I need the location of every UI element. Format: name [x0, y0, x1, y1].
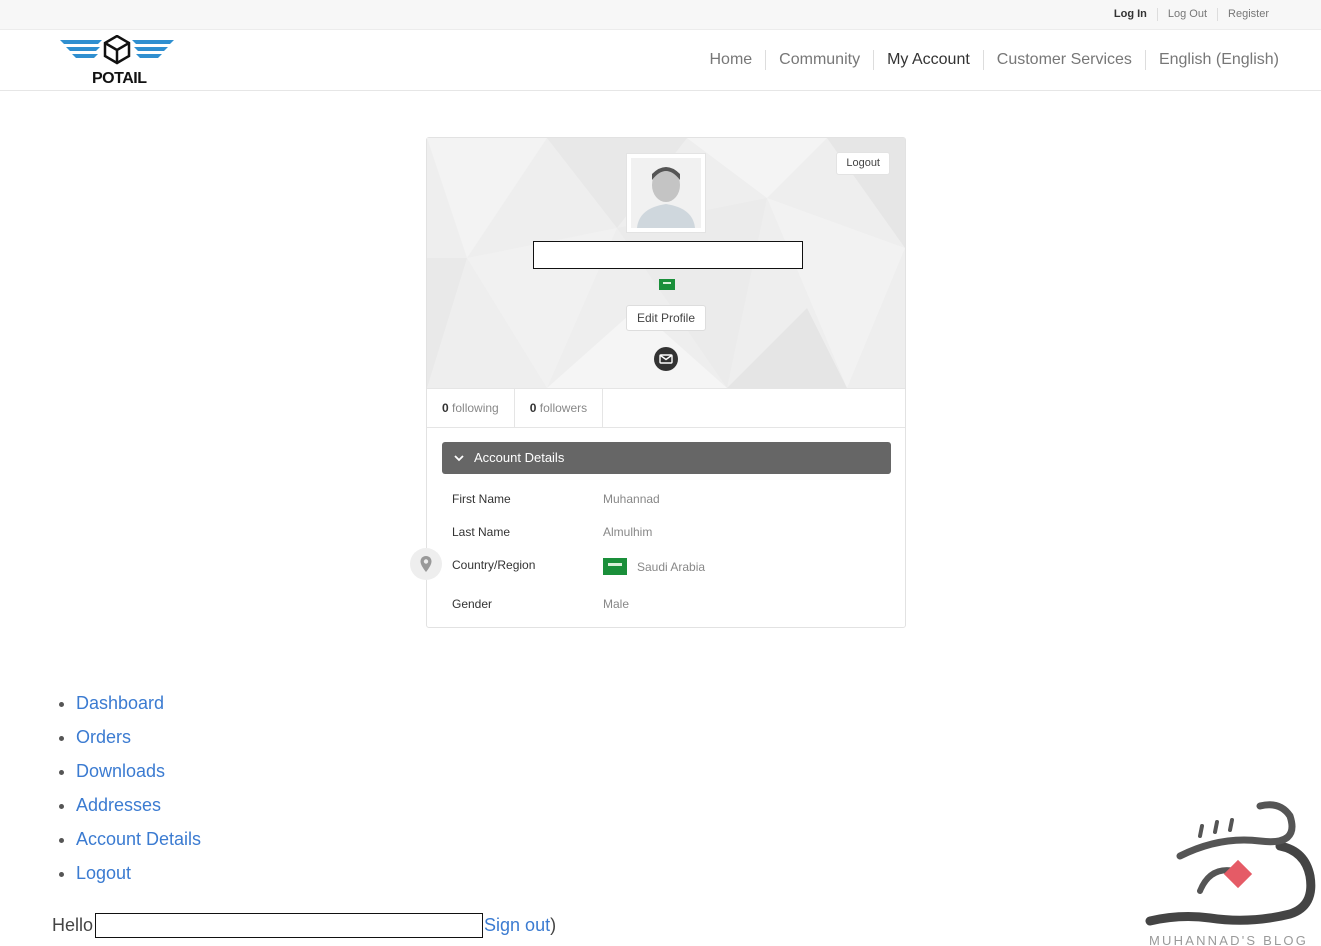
menu-dashboard-link[interactable]: Dashboard	[76, 693, 164, 713]
greeting: Hello Sign out )	[52, 913, 556, 938]
detail-label: Last Name	[452, 525, 511, 539]
detail-label: Gender	[452, 597, 493, 611]
menu-account-details-link[interactable]: Account Details	[76, 829, 201, 849]
followers-stat[interactable]: 0 followers	[515, 389, 604, 427]
following-count: 0	[442, 401, 449, 415]
logout-button[interactable]: Logout	[836, 152, 890, 175]
following-label: following	[452, 401, 499, 415]
avatar[interactable]	[626, 153, 706, 233]
detail-label: Country/Region	[452, 558, 536, 572]
chevron-down-icon	[454, 455, 464, 462]
list-item: Account Details	[76, 828, 201, 862]
watermark-caption: MUHANNAD'S BLOG	[1149, 933, 1309, 946]
avatar-silhouette-icon	[637, 167, 695, 228]
menu-downloads-link[interactable]: Downloads	[76, 761, 165, 781]
followers-count: 0	[529, 401, 537, 415]
nav-language[interactable]: English (English)	[1144, 50, 1279, 70]
detail-value: Male	[603, 597, 630, 611]
nav-my-account[interactable]: My Account	[873, 50, 983, 70]
profile-cover: Logout Edit Profile	[427, 138, 905, 388]
saudi-flag-icon	[603, 558, 627, 575]
account-details-toggle[interactable]: Account Details	[442, 442, 891, 474]
list-item: Addresses	[76, 794, 201, 828]
logout-top-link[interactable]: Log Out	[1156, 8, 1217, 21]
nav-home[interactable]: Home	[696, 50, 765, 70]
edit-profile-button[interactable]: Edit Profile	[626, 305, 706, 331]
list-item: Dashboard	[76, 692, 201, 726]
closing-paren: )	[550, 915, 557, 935]
logo-text: POTAIL	[92, 70, 147, 87]
following-stat[interactable]: 0 following	[427, 389, 515, 427]
list-item: Logout	[76, 862, 201, 896]
register-link[interactable]: Register	[1217, 8, 1279, 21]
blog-watermark: MUHANNAD'S BLOG	[1140, 796, 1320, 946]
logo-box-icon	[60, 34, 174, 65]
main-nav: Home Community My Account Customer Servi…	[696, 50, 1279, 70]
top-utility-bar: Log In Log Out Register	[0, 0, 1321, 30]
detail-value: Muhannad	[603, 492, 660, 506]
redacted-username	[95, 913, 484, 938]
envelope-icon[interactable]	[654, 347, 678, 371]
hello-text: Hello	[52, 915, 94, 935]
redacted-username	[533, 241, 803, 269]
followers-label: followers	[539, 401, 588, 415]
top-utility-links: Log In Log Out Register	[1104, 8, 1279, 21]
detail-value: Saudi Arabia	[637, 560, 706, 574]
menu-addresses-link[interactable]: Addresses	[76, 795, 161, 815]
account-details-heading: Account Details	[474, 450, 565, 465]
nav-community[interactable]: Community	[765, 50, 873, 70]
menu-orders-link[interactable]: Orders	[76, 727, 131, 747]
detail-label: First Name	[452, 492, 511, 506]
saudi-flag-icon	[659, 279, 675, 290]
detail-value: Almulhim	[603, 525, 653, 539]
site-logo[interactable]: POTAIL	[58, 34, 178, 87]
calligraphy-logo-icon	[1145, 801, 1316, 926]
follow-stats: 0 following 0 followers	[427, 388, 905, 428]
menu-logout-link[interactable]: Logout	[76, 863, 131, 883]
sign-out-link[interactable]: Sign out	[484, 915, 550, 936]
login-link[interactable]: Log In	[1104, 8, 1157, 21]
nav-customer-services[interactable]: Customer Services	[982, 50, 1145, 70]
list-item: Orders	[76, 726, 201, 760]
account-navigation: Dashboard Orders Downloads Addresses Acc…	[76, 692, 201, 896]
profile-card: Logout Edit Profile 0 following 0 follow…	[410, 137, 906, 628]
site-header: POTAIL Home Community My Account Custome…	[0, 30, 1321, 91]
map-pin-icon	[410, 548, 442, 580]
list-item: Downloads	[76, 760, 201, 794]
